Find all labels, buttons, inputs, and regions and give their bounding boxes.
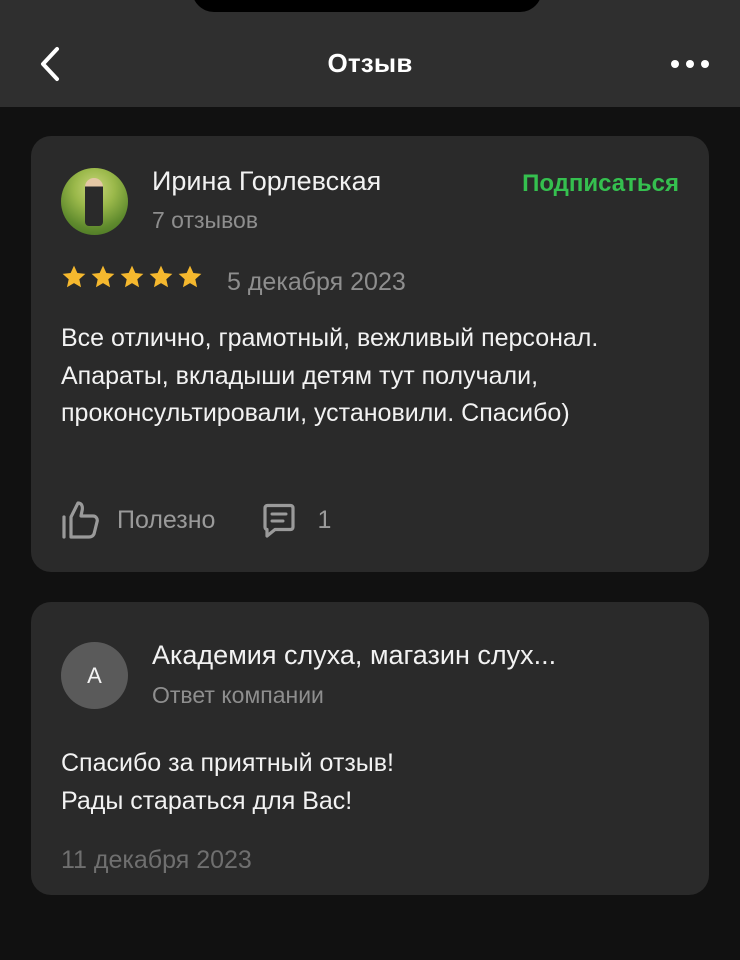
more-horizontal-icon <box>701 60 709 68</box>
top-bar: Отзыв <box>0 0 740 107</box>
page-title: Отзыв <box>327 48 413 78</box>
company-reply-card: А Академия слуха, магазин слух... Ответ … <box>31 602 709 895</box>
avatar-person-figure <box>85 178 103 226</box>
rating-stars <box>61 264 203 290</box>
more-options-button[interactable] <box>662 48 718 80</box>
star-icon <box>120 265 144 288</box>
author-review-count: 7 отзывов <box>152 207 259 233</box>
comments-button[interactable]: 1 <box>261 502 331 538</box>
more-horizontal-icon <box>671 60 679 68</box>
comments-count: 1 <box>317 505 332 534</box>
helpful-button[interactable]: Полезно <box>61 500 215 540</box>
star-icon <box>62 265 86 288</box>
review-actions: Полезно 1 <box>61 498 331 542</box>
star-icon <box>91 265 115 288</box>
thumbs-up-icon <box>62 501 99 539</box>
author-avatar[interactable] <box>61 168 128 235</box>
review-card: Ирина Горлевская 7 отзывов Подписаться 5… <box>31 136 709 572</box>
device-notch <box>192 0 542 12</box>
company-reply-label: Ответ компании <box>152 682 324 708</box>
review-text: Все отлично, грамотный, вежливый персона… <box>61 324 599 427</box>
reply-line: Спасибо за приятный отзыв! <box>61 749 394 777</box>
review-date: 5 декабря 2023 <box>227 268 406 296</box>
comment-icon <box>263 503 296 538</box>
subscribe-button[interactable]: Подписаться <box>522 170 679 198</box>
company-name[interactable]: Академия слуха, магазин слух... <box>152 640 652 671</box>
helpful-label: Полезно <box>117 505 216 534</box>
company-avatar[interactable]: А <box>61 642 128 709</box>
star-icon <box>149 265 173 288</box>
reply-line: Рады стараться для Вас! <box>61 787 353 815</box>
more-horizontal-icon <box>686 60 694 68</box>
author-name[interactable]: Ирина Горлевская <box>152 166 381 197</box>
reply-text: Спасибо за приятный отзыв! Рады старатьс… <box>61 744 681 820</box>
star-icon <box>178 265 202 288</box>
reply-date: 11 декабря 2023 <box>61 846 252 874</box>
